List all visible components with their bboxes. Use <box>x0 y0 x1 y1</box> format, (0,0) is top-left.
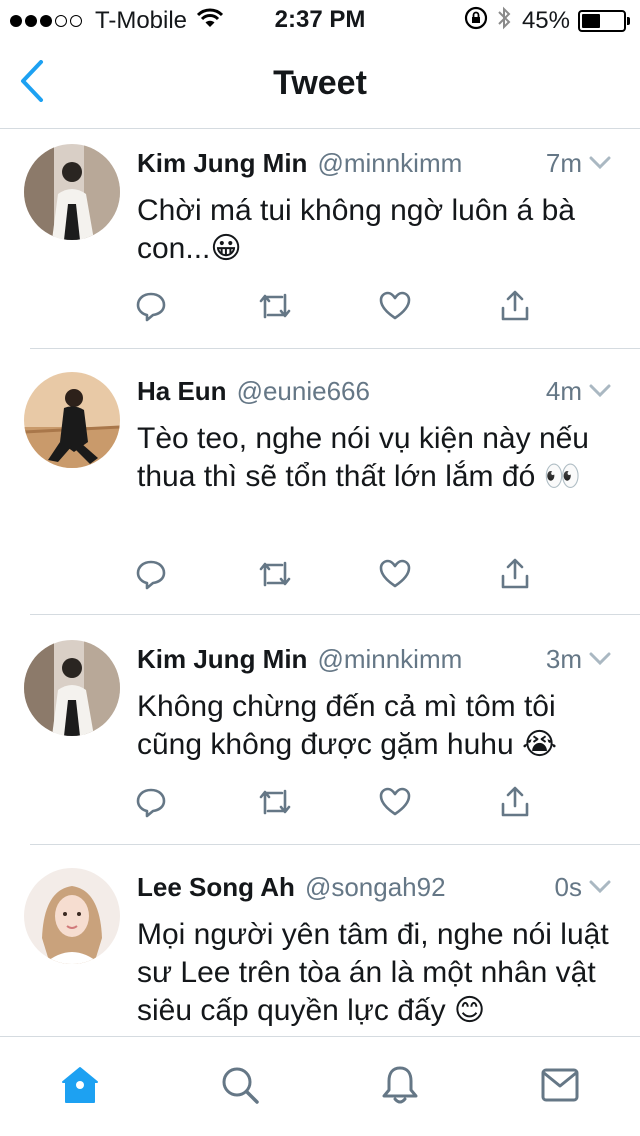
reply-button[interactable] <box>133 290 169 326</box>
tweet-header: Kim Jung Min @minnkimm 7m <box>137 146 612 180</box>
author-name[interactable]: Kim Jung Min <box>137 148 307 179</box>
tab-bar <box>0 1036 640 1136</box>
retweet-icon <box>258 787 292 822</box>
avatar[interactable] <box>24 144 120 240</box>
rotation-lock-icon <box>464 6 488 37</box>
notifications-icon <box>380 1064 420 1111</box>
tweet-text: Tèo teo, nghe nói vụ kiện này nếu thua t… <box>137 422 589 493</box>
avatar[interactable] <box>24 868 120 964</box>
tweet-text: Mọi người yên tâm đi, nghe nói luật sư L… <box>137 918 609 1027</box>
status-bar: T-Mobile 2:37 PM 45% <box>0 0 640 40</box>
author-handle[interactable]: @eunie666 <box>237 376 546 407</box>
home-icon <box>60 1065 100 1110</box>
like-button[interactable] <box>377 558 413 594</box>
author-name[interactable]: Ha Eun <box>137 376 227 407</box>
tweet-timestamp: 0s <box>554 871 582 902</box>
reply-button[interactable] <box>133 558 169 594</box>
tweet-actions <box>133 290 553 330</box>
chevron-down-icon[interactable] <box>588 379 612 403</box>
tweet-header: Lee Song Ah @songah92 0s <box>137 870 612 904</box>
author-handle[interactable]: @minnkimm <box>317 148 545 179</box>
tweet-item[interactable]: Kim Jung Min @minnkimm 3m Không chừng đế… <box>0 616 640 846</box>
tweet-timestamp: 4m <box>545 375 582 406</box>
search-icon <box>220 1065 260 1110</box>
reply-icon <box>135 786 167 823</box>
tweet-feed[interactable]: Kim Jung Min @minnkimm 7m Chời má tui kh… <box>0 130 640 1036</box>
tweet-header: Ha Eun @eunie666 4m <box>137 374 612 408</box>
tab-notifications[interactable] <box>378 1065 422 1109</box>
retweet-button[interactable] <box>257 290 293 326</box>
tweet-item[interactable]: Kim Jung Min @minnkimm 7m Chời má tui kh… <box>0 130 640 350</box>
retweet-icon <box>258 291 292 326</box>
nav-bar: Tweet <box>0 40 640 129</box>
tweet-text: Không chừng đến cả mì tôm tôi cũng không… <box>137 690 558 761</box>
like-button[interactable] <box>377 290 413 326</box>
share-button[interactable] <box>497 290 533 326</box>
bluetooth-icon <box>496 5 512 38</box>
battery-percent: 45% <box>521 7 570 34</box>
share-icon <box>499 786 531 823</box>
like-button[interactable] <box>377 786 413 822</box>
heart-icon <box>379 559 411 594</box>
share-button[interactable] <box>497 558 533 594</box>
heart-icon <box>379 787 411 822</box>
reply-button[interactable] <box>133 786 169 822</box>
tweet-divider <box>30 844 640 845</box>
tab-home[interactable] <box>58 1065 102 1109</box>
tweet-text: Chời má tui không ngờ luôn á bà con...😀 <box>137 194 575 265</box>
status-right: 45% <box>464 5 630 38</box>
author-name[interactable]: Lee Song Ah <box>137 872 295 903</box>
tweet-timestamp: 7m <box>545 147 582 178</box>
tweet-header: Kim Jung Min @minnkimm 3m <box>137 642 612 676</box>
tweet-divider <box>30 348 640 349</box>
messages-icon <box>540 1067 580 1108</box>
tweet-divider <box>30 614 640 615</box>
chevron-down-icon[interactable] <box>588 875 612 899</box>
retweet-icon <box>258 559 292 594</box>
author-handle[interactable]: @minnkimm <box>317 644 545 675</box>
tweet-actions <box>133 786 553 826</box>
retweet-button[interactable] <box>257 786 293 822</box>
share-button[interactable] <box>497 786 533 822</box>
heart-icon <box>379 291 411 326</box>
chevron-down-icon[interactable] <box>588 647 612 671</box>
tab-messages[interactable] <box>538 1065 582 1109</box>
author-name[interactable]: Kim Jung Min <box>137 644 307 675</box>
tweet-item[interactable]: Ha Eun @eunie666 4m Tèo teo, nghe nói vụ… <box>0 350 640 616</box>
tab-search[interactable] <box>218 1065 262 1109</box>
retweet-button[interactable] <box>257 558 293 594</box>
tweet-actions <box>133 558 553 598</box>
chevron-down-icon[interactable] <box>588 151 612 175</box>
tweet-item[interactable]: Lee Song Ah @songah92 0s Mọi người yên t… <box>0 846 640 1036</box>
avatar[interactable] <box>24 640 120 736</box>
author-handle[interactable]: @songah92 <box>305 872 555 903</box>
avatar[interactable] <box>24 372 120 468</box>
battery-icon <box>578 10 630 32</box>
reply-icon <box>135 290 167 327</box>
battery-fill <box>582 14 600 28</box>
tweet-timestamp: 3m <box>545 643 582 674</box>
page-title: Tweet <box>273 64 367 102</box>
share-icon <box>499 558 531 595</box>
reply-icon <box>135 558 167 595</box>
share-icon <box>499 290 531 327</box>
